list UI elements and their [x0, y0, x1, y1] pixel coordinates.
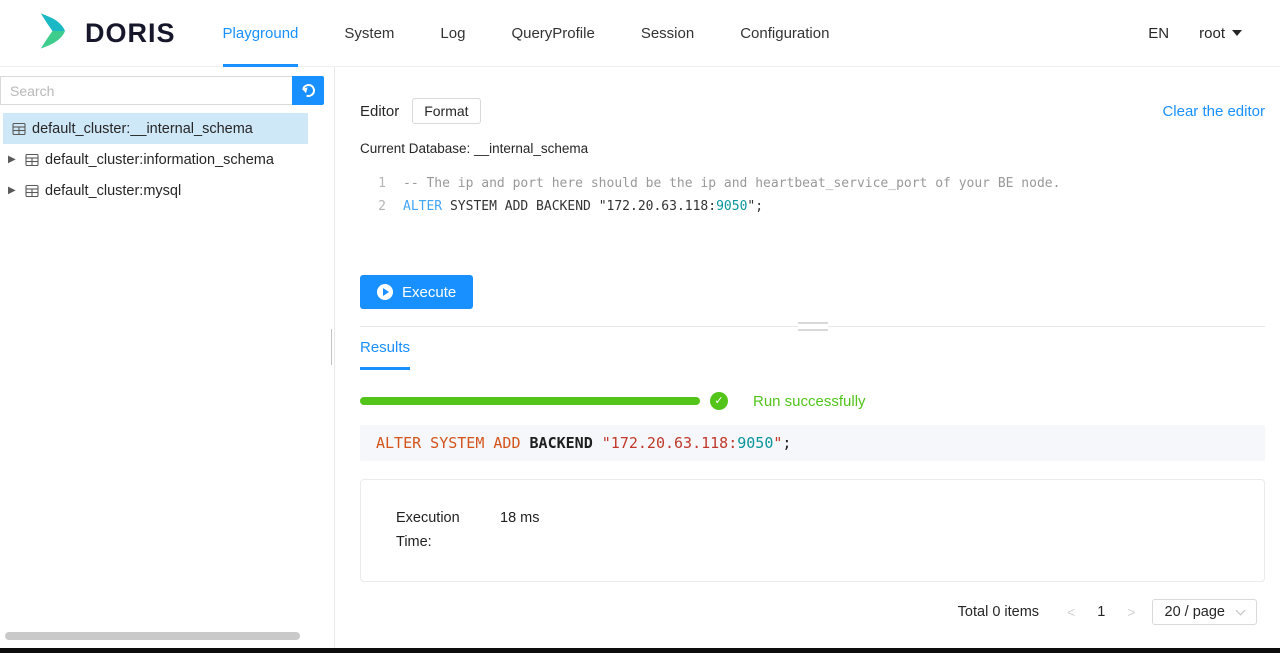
sql-text: SYSTEM ADD BACKEND — [442, 199, 599, 214]
tree-item-label: default_cluster:mysql — [45, 183, 181, 199]
doris-app: DORIS Playground System Log QueryProfile… — [0, 0, 1280, 653]
page-size-value: 20 / page — [1165, 604, 1225, 620]
tree-item-mysql[interactable]: ▶ default_cluster:mysql — [0, 175, 308, 206]
playground-main: Editor Format Clear the editor Current D… — [335, 67, 1280, 648]
nav-label: System — [344, 25, 394, 42]
clear-editor-link[interactable]: Clear the editor — [1162, 103, 1265, 120]
language-switch[interactable]: EN — [1148, 25, 1169, 42]
user-menu[interactable]: root — [1199, 25, 1242, 42]
sql-text: "; — [747, 199, 763, 214]
format-button[interactable]: Format — [412, 98, 480, 124]
status-row: ✓ Run successfully — [360, 392, 1265, 410]
sql-text: ; — [782, 434, 791, 452]
tab-results[interactable]: Results — [360, 339, 410, 370]
search-input[interactable] — [0, 76, 292, 105]
search-row — [0, 76, 334, 105]
database-tree: default_cluster:__internal_schema ▶ defa… — [0, 113, 334, 206]
next-page-button[interactable]: > — [1121, 604, 1141, 620]
play-icon — [377, 284, 393, 300]
caret-down-icon — [1232, 30, 1242, 36]
nav-label: Session — [641, 25, 694, 42]
nav-item-log[interactable]: Log — [440, 0, 465, 67]
execute-label: Execute — [402, 284, 456, 301]
horizontal-scrollbar[interactable] — [5, 632, 300, 640]
line-number: 2 — [360, 195, 386, 218]
nav-item-system[interactable]: System — [344, 0, 394, 67]
nav-item-configuration[interactable]: Configuration — [740, 0, 829, 67]
nav-item-queryprofile[interactable]: QueryProfile — [511, 0, 594, 67]
current-database: Current Database: __internal_schema — [360, 141, 1265, 156]
editor-line: 1 -- The ip and port here should be the … — [360, 172, 1265, 195]
sql-keyword: ALTER SYSTEM ADD — [376, 434, 530, 452]
sql-comment: -- The ip and port here should be the ip… — [403, 176, 1060, 191]
execution-time-value: 18 ms — [500, 506, 540, 581]
sql-keyword-bold: BACKEND — [530, 434, 593, 452]
nav-item-playground[interactable]: Playground — [223, 0, 299, 67]
brand-name: DORIS — [85, 18, 176, 49]
line-number: 1 — [360, 172, 386, 195]
executed-sql-block: ALTER SYSTEM ADD BACKEND "172.20.63.118:… — [360, 425, 1265, 461]
splitter[interactable] — [360, 326, 1265, 327]
editor-header: Editor Format Clear the editor — [360, 97, 1265, 125]
page-number[interactable]: 1 — [1091, 604, 1111, 620]
database-icon — [25, 184, 39, 198]
main-nav: Playground System Log QueryProfile Sessi… — [200, 0, 853, 67]
sidebar-resize-grip[interactable] — [331, 329, 332, 365]
splitter-handle[interactable] — [798, 322, 828, 331]
tree-item-label: default_cluster:information_schema — [45, 152, 274, 168]
sql-string: "172.20.63.118: — [593, 434, 738, 452]
results-tabs: Results — [360, 339, 1265, 370]
doris-logo-icon — [35, 10, 75, 57]
nav-label: QueryProfile — [511, 25, 594, 42]
expand-caret-icon[interactable]: ▶ — [8, 154, 25, 165]
brand[interactable]: DORIS — [35, 10, 176, 57]
refresh-icon — [299, 82, 316, 99]
sql-keyword: ALTER — [403, 199, 442, 214]
expand-caret-icon[interactable]: ▶ — [8, 185, 25, 196]
tree-item-information-schema[interactable]: ▶ default_cluster:information_schema — [0, 144, 308, 175]
code-text: ALTER SYSTEM ADD BACKEND "172.20.63.118:… — [403, 195, 763, 218]
navbar-right: EN root — [1148, 25, 1242, 42]
execute-button[interactable]: Execute — [360, 275, 473, 309]
status-text: Run successfully — [753, 393, 866, 410]
editor-line: 2 ALTER SYSTEM ADD BACKEND "172.20.63.11… — [360, 195, 1265, 218]
sql-string: "172.20.63.118: — [599, 199, 716, 214]
window-bottom-edge — [0, 648, 1280, 653]
progress-bar — [360, 397, 700, 405]
execution-info-box: Execution Time: 18 ms — [360, 479, 1265, 582]
sql-number: 9050 — [716, 199, 747, 214]
pagination: Total 0 items < 1 > 20 / page — [360, 599, 1265, 625]
sql-editor[interactable]: 1 -- The ip and port here should be the … — [360, 172, 1265, 218]
tree-item-internal-schema[interactable]: default_cluster:__internal_schema — [3, 113, 308, 144]
pagination-total: Total 0 items — [958, 604, 1039, 620]
chevron-down-icon — [1236, 605, 1246, 615]
sql-number: 9050 — [737, 434, 773, 452]
database-icon — [12, 122, 26, 136]
database-sidebar: default_cluster:__internal_schema ▶ defa… — [0, 67, 335, 648]
success-check-icon: ✓ — [710, 392, 728, 410]
top-navbar: DORIS Playground System Log QueryProfile… — [0, 0, 1280, 67]
nav-item-session[interactable]: Session — [641, 0, 694, 67]
database-icon — [25, 153, 39, 167]
refresh-button[interactable] — [292, 76, 324, 105]
tree-item-label: default_cluster:__internal_schema — [32, 121, 253, 137]
editor-title: Editor — [360, 103, 399, 120]
page-size-select[interactable]: 20 / page — [1152, 599, 1257, 625]
execution-time-label: Execution Time: — [396, 506, 470, 581]
nav-label: Playground — [223, 25, 299, 42]
prev-page-button[interactable]: < — [1061, 604, 1081, 620]
nav-label: Configuration — [740, 25, 829, 42]
nav-label: Log — [440, 25, 465, 42]
user-name: root — [1199, 25, 1225, 42]
code-text: -- The ip and port here should be the ip… — [403, 172, 1060, 195]
